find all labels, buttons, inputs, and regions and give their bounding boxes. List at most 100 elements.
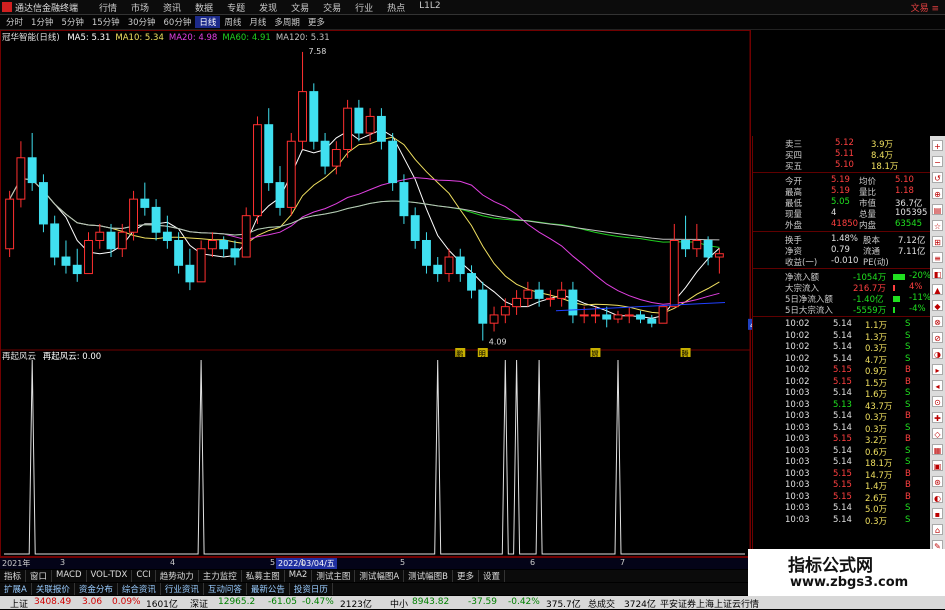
- candle: [523, 281, 533, 307]
- info-tab-3[interactable]: 综合资讯: [118, 583, 161, 595]
- side-tool-icon[interactable]: ▪: [932, 508, 943, 519]
- menu-item-5[interactable]: 发现: [252, 1, 284, 14]
- indicator-tab-5[interactable]: 趋势动力: [156, 570, 199, 582]
- info-tab-7[interactable]: 投资日历: [290, 583, 333, 595]
- side-tool-icon[interactable]: ◆: [932, 300, 943, 311]
- trade-menu-button[interactable]: 文易 ≡: [911, 1, 939, 14]
- indicator-value: 再起风云: 0.00: [42, 352, 102, 362]
- menu-item-2[interactable]: 资讯: [156, 1, 188, 14]
- side-tool-icon[interactable]: ↺: [932, 172, 943, 183]
- info-tab-1[interactable]: 关联报价: [32, 583, 75, 595]
- kline-chart[interactable]: 6.256.005.755.505.255.004.754.507.584.09…: [0, 30, 752, 557]
- stat-value: 5.19: [831, 186, 850, 196]
- candle: [196, 240, 206, 283]
- ma-legend-3: MA60: 4.91: [222, 33, 271, 43]
- indicator-tab-12[interactable]: 更多: [453, 570, 480, 582]
- indicator-tab-7[interactable]: 私募主图: [242, 570, 285, 582]
- info-tabs-bar: 扩展A 关联报价 资金分布 综合资讯 行业资讯 互动问答 最新公告 投资日历: [0, 583, 752, 595]
- side-tool-icon[interactable]: ▣: [932, 460, 943, 471]
- tick-row: 10:02 5.14 1.3万 S: [753, 331, 931, 343]
- menu-item-7[interactable]: 交易: [316, 1, 348, 14]
- indicator-tab-3[interactable]: VOL-TDX: [87, 570, 133, 582]
- indicator-tab-2[interactable]: MACD: [52, 570, 87, 582]
- event-marker[interactable]: 腾: [680, 348, 691, 358]
- candle: [241, 207, 251, 258]
- candle: [72, 248, 82, 282]
- period-tab-5[interactable]: 60分钟: [160, 16, 196, 28]
- side-tool-icon[interactable]: ⊙: [932, 396, 943, 407]
- period-tab-2[interactable]: 5分钟: [57, 16, 87, 28]
- indicator-tab-10[interactable]: 测试幅图A: [355, 570, 405, 582]
- period-tab-10[interactable]: 更多: [304, 16, 329, 28]
- period-tab-3[interactable]: 15分钟: [88, 16, 124, 28]
- status-item: -0.42%: [508, 597, 540, 607]
- menu-item-0[interactable]: 行情: [92, 1, 124, 14]
- period-tab-4[interactable]: 30分钟: [124, 16, 160, 28]
- side-tool-icon[interactable]: ⊗: [932, 316, 943, 327]
- info-tab-0[interactable]: 扩展A: [0, 583, 32, 595]
- menu-item-6[interactable]: 文易: [284, 1, 316, 14]
- status-item: 375.7亿: [546, 600, 581, 610]
- side-tool-icon[interactable]: ▤: [932, 204, 943, 215]
- period-tab-0[interactable]: 分时: [2, 16, 27, 28]
- tick-vol: 1.5万: [865, 378, 888, 389]
- candle: [489, 306, 499, 332]
- side-tool-icon[interactable]: ◇: [932, 428, 943, 439]
- candle: [433, 257, 443, 282]
- candle: [669, 223, 679, 308]
- side-tool-icon[interactable]: ◂: [932, 380, 943, 391]
- side-tool-icon[interactable]: +: [932, 140, 943, 151]
- indicator-tab-11[interactable]: 测试幅图B: [404, 570, 453, 582]
- side-tool-icon[interactable]: ◑: [932, 348, 943, 359]
- menu-item-10[interactable]: L1L2: [412, 1, 447, 14]
- order-label: 买五: [785, 162, 803, 172]
- ma-line-1: [9, 136, 720, 314]
- indicator-tab-4[interactable]: CCI: [132, 570, 156, 582]
- menu-item-4[interactable]: 专题: [220, 1, 252, 14]
- side-tool-icon[interactable]: ⊘: [932, 332, 943, 343]
- candle: [298, 51, 307, 150]
- side-tool-icon[interactable]: ▸: [932, 364, 943, 375]
- period-tab-9[interactable]: 多周期: [270, 16, 304, 28]
- menu-item-3[interactable]: 数据: [188, 1, 220, 14]
- tick-vol: 1.6万: [865, 390, 888, 400]
- period-tab-1[interactable]: 1分钟: [27, 16, 57, 28]
- info-tab-4[interactable]: 行业资讯: [161, 583, 204, 595]
- menu-item-8[interactable]: 行业: [348, 1, 380, 14]
- side-tool-icon[interactable]: ◧: [932, 268, 943, 279]
- side-tool-icon[interactable]: ≡: [932, 252, 943, 263]
- tick-price: 5.14: [833, 353, 852, 364]
- event-marker[interactable]: 明: [477, 348, 488, 358]
- order-price: 5.12: [835, 138, 854, 148]
- side-tool-icon[interactable]: ⌂: [932, 524, 943, 535]
- side-tool-icon[interactable]: ⊛: [932, 476, 943, 487]
- info-tab-2[interactable]: 资金分布: [75, 583, 118, 595]
- indicator-tab-0[interactable]: 指标: [0, 570, 27, 582]
- indicator-tab-8[interactable]: MA2: [285, 570, 313, 582]
- side-tool-icon[interactable]: −: [932, 156, 943, 167]
- info-tab-6[interactable]: 最新公告: [247, 583, 290, 595]
- indicator-tab-6[interactable]: 主力监控: [199, 570, 242, 582]
- tick-side: B: [905, 468, 911, 479]
- side-tool-icon[interactable]: ☆: [932, 220, 943, 231]
- indicator-tab-1[interactable]: 窗口: [26, 570, 53, 582]
- candle: [422, 232, 431, 274]
- period-tab-7[interactable]: 周线: [220, 16, 245, 28]
- event-marker[interactable]: 嫦: [590, 348, 601, 358]
- period-tab-6[interactable]: 日线: [195, 16, 221, 28]
- period-tab-8[interactable]: 月线: [245, 16, 270, 28]
- side-tool-icon[interactable]: ✚: [932, 412, 943, 423]
- tick-price: 5.14: [833, 342, 852, 352]
- side-tool-icon[interactable]: ▦: [932, 444, 943, 455]
- side-tool-icon[interactable]: ⊞: [932, 236, 943, 247]
- info-tab-5[interactable]: 互动问答: [204, 583, 247, 595]
- candle: [84, 232, 93, 275]
- menu-item-9[interactable]: 热点: [380, 1, 412, 14]
- side-tool-icon[interactable]: ⊕: [932, 188, 943, 199]
- menu-item-1[interactable]: 市场: [124, 1, 156, 14]
- indicator-tab-9[interactable]: 测试主图: [312, 570, 356, 582]
- side-tool-icon[interactable]: ▲: [932, 284, 943, 295]
- event-marker[interactable]: 鹏: [455, 348, 466, 358]
- indicator-tab-13[interactable]: 设置: [479, 570, 506, 582]
- side-tool-icon[interactable]: ◐: [932, 492, 943, 503]
